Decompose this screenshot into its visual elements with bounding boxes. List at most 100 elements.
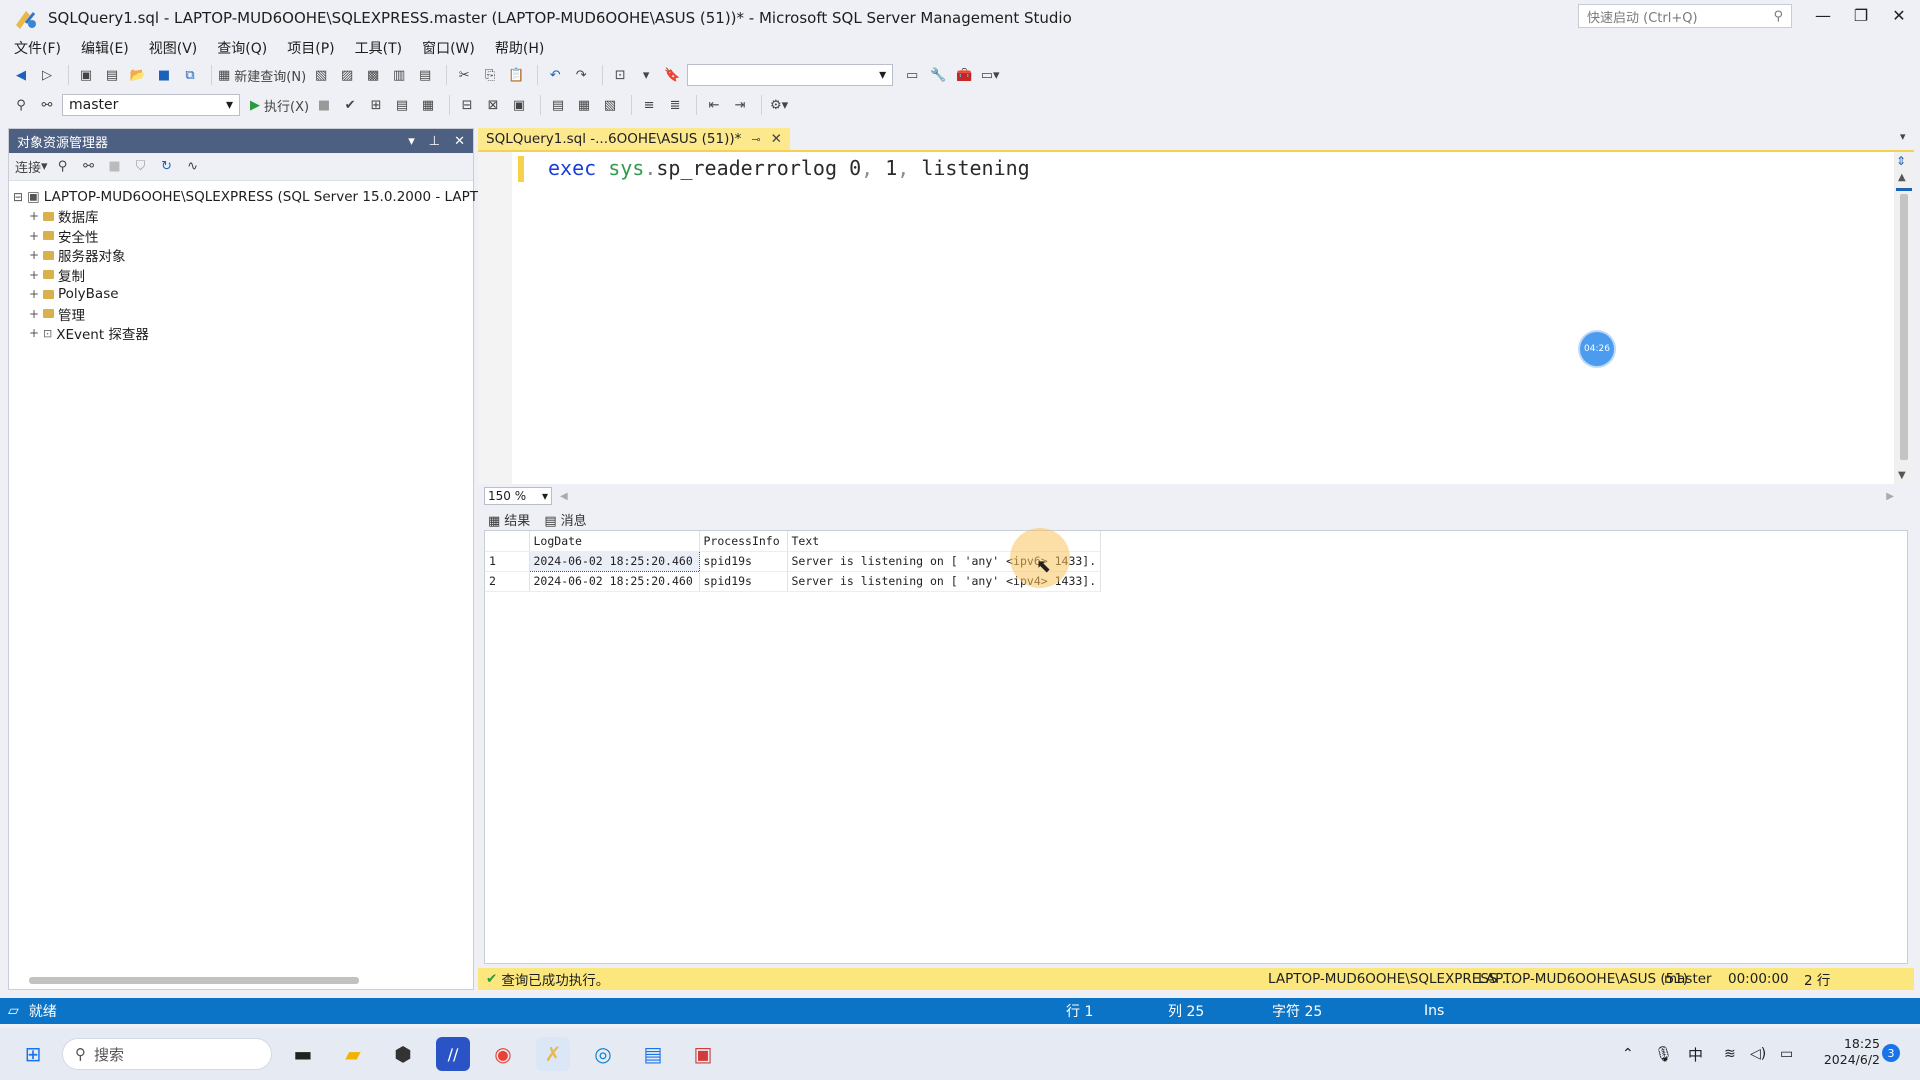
- new-query-button[interactable]: ▦ 新建查询(N): [218, 64, 306, 86]
- windows-start-icon[interactable]: ⊞: [16, 1037, 50, 1071]
- wifi-icon[interactable]: ≋: [1724, 1046, 1736, 1062]
- column-header[interactable]: LogDate: [529, 531, 700, 552]
- tab-sqlquery1[interactable]: SQLQuery1.sql -...6OOHE\ASUS (51))* ⊸ ✕: [478, 128, 790, 150]
- back-icon[interactable]: ◀: [10, 64, 32, 86]
- expand-icon[interactable]: +: [29, 326, 39, 340]
- expand-icon[interactable]: +: [29, 287, 39, 301]
- stop-icon[interactable]: ■: [313, 94, 335, 116]
- zoom-select[interactable]: 150 % ▾: [484, 487, 552, 505]
- database-select[interactable]: master ▾: [62, 94, 240, 116]
- split-icon[interactable]: ⇕: [1896, 154, 1906, 168]
- live-stats-icon[interactable]: ⊠: [482, 94, 504, 116]
- copy-icon[interactable]: ⎘: [479, 64, 501, 86]
- menu-project[interactable]: 项目(P): [277, 38, 344, 58]
- connect-icon[interactable]: ⚲: [10, 94, 32, 116]
- menu-help[interactable]: 帮助(H): [485, 38, 554, 58]
- menu-tools[interactable]: 工具(T): [345, 38, 412, 58]
- display-plan-icon[interactable]: ⊞: [365, 94, 387, 116]
- tab-messages[interactable]: ▤ 消息: [544, 510, 586, 529]
- xmla-query-icon[interactable]: ▩: [362, 64, 384, 86]
- disconnect-icon[interactable]: ⚯: [78, 156, 100, 178]
- results-text-icon[interactable]: ▤: [547, 94, 569, 116]
- notepad-icon[interactable]: ▤: [636, 1037, 670, 1071]
- filter-icon[interactable]: ⛉: [130, 156, 152, 178]
- collapse-icon[interactable]: ⊟: [13, 190, 23, 204]
- tree-node-security[interactable]: + 安全性: [9, 226, 473, 246]
- pin-icon[interactable]: ⊸: [751, 133, 760, 146]
- save-icon[interactable]: ■: [153, 64, 175, 86]
- volume-icon[interactable]: ◁): [1750, 1046, 1766, 1062]
- paste-icon[interactable]: 📋: [505, 64, 527, 86]
- code-line[interactable]: exec sys.sp_readerrorlog 0, 1, listening: [548, 156, 1030, 180]
- toolbox-app-icon[interactable]: ▣: [686, 1037, 720, 1071]
- forward-icon[interactable]: ▷: [36, 64, 58, 86]
- close-window-button[interactable]: ✕: [1880, 0, 1918, 30]
- open-file-icon[interactable]: 📂: [127, 64, 149, 86]
- find-combo[interactable]: ▾: [687, 64, 894, 86]
- query-options-icon[interactable]: ▤: [391, 94, 413, 116]
- refresh-icon[interactable]: ↻: [156, 156, 178, 178]
- results-to-grid-icon[interactable]: ▦: [417, 94, 439, 116]
- tree-node-xevent-profiler[interactable]: + ⊡ XEvent 探查器: [9, 324, 473, 343]
- ime-indicator[interactable]: 中: [1688, 1044, 1703, 1065]
- tree-node-databases[interactable]: + 数据库: [9, 207, 473, 226]
- find-icon[interactable]: 🔖: [661, 64, 683, 86]
- menu-edit[interactable]: 编辑(E): [71, 38, 139, 58]
- table-row[interactable]: 2 2024-06-02 18:25:20.460 spid19s Server…: [485, 571, 1102, 592]
- menu-query[interactable]: 查询(Q): [207, 38, 277, 58]
- menu-window[interactable]: 窗口(W): [412, 38, 485, 58]
- new-project-icon[interactable]: ▣: [75, 64, 97, 86]
- uncomment-icon[interactable]: ≣: [664, 94, 686, 116]
- column-header[interactable]: ProcessInfo: [699, 531, 788, 552]
- window-layout-icon[interactable]: ▭▾: [979, 64, 1001, 86]
- properties-icon[interactable]: 🔧: [927, 64, 949, 86]
- tab-list-dropdown-icon[interactable]: ▾: [1900, 130, 1906, 143]
- debug-target-icon[interactable]: ⊡: [609, 64, 631, 86]
- expand-icon[interactable]: +: [29, 209, 39, 223]
- new-file-icon[interactable]: ▤: [101, 64, 123, 86]
- table-row[interactable]: 1 2024-06-02 18:25:20.460 spid19s Server…: [485, 550, 1102, 572]
- connect-server-icon[interactable]: ⚲: [52, 156, 74, 178]
- visual-studio-icon[interactable]: ∕∕: [436, 1037, 470, 1071]
- cell-logdate[interactable]: 2024-06-02 18:25:20.460: [528, 550, 700, 572]
- restore-button[interactable]: ❐: [1842, 0, 1880, 30]
- cell-processinfo[interactable]: spid19s: [699, 551, 788, 572]
- chrome-icon[interactable]: ◉: [486, 1037, 520, 1071]
- redo-icon[interactable]: ↷: [570, 64, 592, 86]
- specify-values-icon[interactable]: ⚙▾: [768, 94, 790, 116]
- dmx-query-icon[interactable]: ▨: [336, 64, 358, 86]
- tree-node-management[interactable]: + 管理: [9, 304, 473, 324]
- editor-vertical-scrollbar[interactable]: ⇕ ▲ ▼: [1894, 152, 1914, 484]
- sql-ce-query-icon[interactable]: ▤: [414, 64, 436, 86]
- tray-overflow-icon[interactable]: ⌃: [1622, 1046, 1634, 1062]
- parse-checkmark-icon[interactable]: ✔: [339, 94, 361, 116]
- expand-icon[interactable]: +: [29, 248, 39, 262]
- stop-icon[interactable]: ■: [104, 156, 126, 178]
- edge-icon[interactable]: ◎: [586, 1037, 620, 1071]
- tree-node-server[interactable]: ⊟ ▣ LAPTOP-MUD6OOHE\SQLEXPRESS (SQL Serv…: [9, 187, 489, 207]
- file-explorer-icon[interactable]: ▰: [336, 1037, 370, 1071]
- minimize-button[interactable]: —: [1804, 0, 1842, 30]
- scroll-thumb[interactable]: [1900, 194, 1908, 460]
- dax-query-icon[interactable]: ▥: [388, 64, 410, 86]
- execute-button[interactable]: ▶ 执行(X): [250, 94, 309, 116]
- scroll-right-icon[interactable]: ▶: [1886, 491, 1894, 502]
- tree-node-server-objects[interactable]: + 服务器对象: [9, 246, 473, 265]
- quick-launch-search[interactable]: 快速启动 (Ctrl+Q) ⚲: [1578, 4, 1792, 28]
- tree-node-polybase[interactable]: + PolyBase: [9, 285, 473, 305]
- cut-icon[interactable]: ✂: [453, 64, 475, 86]
- toolbox-icon[interactable]: 🧰: [953, 64, 975, 86]
- scroll-down-icon[interactable]: ▼: [1898, 470, 1906, 481]
- task-view-icon[interactable]: ▬: [286, 1037, 320, 1071]
- save-all-icon[interactable]: ⧉: [179, 64, 201, 86]
- expand-icon[interactable]: +: [29, 229, 39, 243]
- comment-icon[interactable]: ≡: [638, 94, 660, 116]
- include-plan-icon[interactable]: ⊟: [456, 94, 478, 116]
- outdent-icon[interactable]: ⇤: [703, 94, 725, 116]
- microphone-icon[interactable]: 🎙: [1654, 1045, 1673, 1063]
- undo-icon[interactable]: ↶: [544, 64, 566, 86]
- ssms-taskbar-icon[interactable]: ✗: [536, 1037, 570, 1071]
- horizontal-scrollbar[interactable]: [29, 977, 359, 984]
- close-panel-icon[interactable]: ✕: [454, 134, 465, 149]
- indent-icon[interactable]: ⇥: [729, 94, 751, 116]
